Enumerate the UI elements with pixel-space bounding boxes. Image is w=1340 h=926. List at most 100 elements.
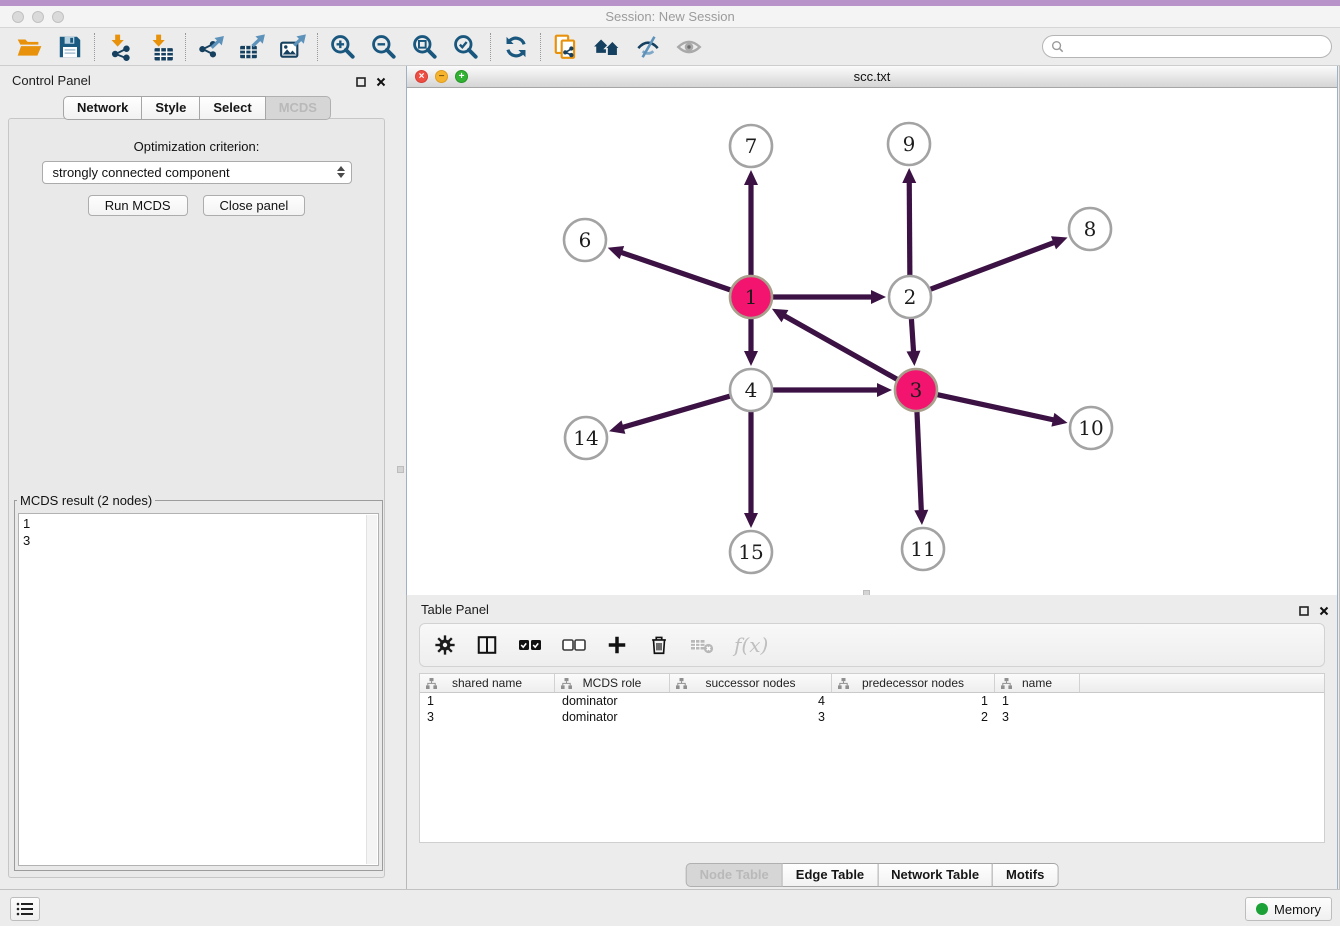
zoom-in-icon bbox=[329, 33, 357, 61]
column-header-label: shared name bbox=[452, 676, 522, 690]
tab-network[interactable]: Network bbox=[63, 96, 142, 120]
graph-node-label-7: 7 bbox=[745, 134, 758, 158]
tab-network-table[interactable]: Network Table bbox=[878, 863, 993, 887]
float-panel-icon[interactable] bbox=[1299, 603, 1309, 621]
network-canvas[interactable]: 1234678910111415 bbox=[407, 88, 1337, 595]
close-panel-icon[interactable] bbox=[1319, 603, 1329, 621]
task-history-button[interactable] bbox=[10, 897, 40, 921]
dropdown-stepper-icon bbox=[337, 166, 345, 178]
export-table-icon bbox=[238, 33, 266, 61]
graph-node-label-6: 6 bbox=[579, 228, 592, 252]
control-panel: Control Panel NetworkStyleSelectMCDS Opt… bbox=[0, 66, 394, 889]
cell-predecessor-nodes: 1 bbox=[832, 694, 995, 708]
graph-edge-3-1[interactable] bbox=[782, 315, 896, 380]
graph-edge-arrow-2-3 bbox=[907, 351, 921, 366]
hierarchy-icon bbox=[1001, 678, 1012, 692]
select-all-icon[interactable] bbox=[518, 636, 542, 654]
settings-gear-icon[interactable] bbox=[434, 634, 456, 656]
zoom-fit-icon bbox=[411, 33, 439, 61]
application-window: Session: New Session bbox=[0, 0, 1340, 926]
table-panel: Table Panel bbox=[406, 595, 1338, 889]
tab-node-table[interactable]: Node Table bbox=[686, 863, 783, 887]
tab-edge-table[interactable]: Edge Table bbox=[783, 863, 878, 887]
mcds-result-legend: MCDS result (2 nodes) bbox=[17, 493, 155, 508]
splitter-grip[interactable] bbox=[397, 466, 404, 473]
function-builder-icon: f(x) bbox=[734, 633, 768, 657]
result-scrollbar[interactable] bbox=[366, 515, 377, 864]
float-panel-icon[interactable] bbox=[356, 74, 366, 92]
graph-edge-arrow-3-10 bbox=[1051, 413, 1067, 427]
search-icon bbox=[1051, 40, 1064, 53]
graph-node-label-15: 15 bbox=[738, 540, 763, 564]
hierarchy-icon bbox=[838, 678, 849, 692]
export-image-button[interactable] bbox=[272, 30, 313, 64]
status-bar: Memory bbox=[0, 889, 1340, 926]
graph-edge-3-11[interactable] bbox=[917, 412, 921, 513]
zoom-fit-button[interactable] bbox=[404, 30, 445, 64]
deselect-all-icon[interactable] bbox=[562, 636, 586, 654]
export-network-button[interactable] bbox=[190, 30, 231, 64]
tab-motifs[interactable]: Motifs bbox=[993, 863, 1058, 887]
mcds-result-textarea[interactable]: 1 3 bbox=[18, 513, 379, 866]
zoom-out-button[interactable] bbox=[363, 30, 404, 64]
style-eye-slash-icon bbox=[634, 33, 662, 61]
search-box[interactable] bbox=[1042, 35, 1332, 58]
graph-edge-arrow-4-14 bbox=[609, 420, 625, 433]
column-selector-icon[interactable] bbox=[476, 634, 498, 656]
graph-edge-4-14[interactable] bbox=[621, 396, 730, 428]
column-header-MCDS-role[interactable]: MCDS role bbox=[555, 674, 670, 692]
main-toolbar bbox=[0, 28, 1340, 66]
import-table-button[interactable] bbox=[140, 30, 181, 64]
control-panel-tabs: NetworkStyleSelectMCDS bbox=[63, 96, 331, 120]
column-header-label: name bbox=[1022, 676, 1052, 690]
toolbar-separator bbox=[490, 33, 491, 61]
graph-edge-3-10[interactable] bbox=[937, 395, 1055, 421]
table-row[interactable]: 1dominator411 bbox=[420, 693, 1324, 709]
cell-shared-name: 3 bbox=[420, 710, 555, 724]
duplicate-network-button[interactable] bbox=[545, 30, 586, 64]
column-header-predecessor-nodes[interactable]: predecessor nodes bbox=[832, 674, 995, 692]
home-button[interactable] bbox=[586, 30, 627, 64]
graph-edge-arrow-4-3 bbox=[877, 383, 892, 397]
open-folder-icon bbox=[15, 33, 43, 61]
delete-column-icon[interactable] bbox=[648, 634, 670, 656]
hide-graphics-button bbox=[668, 30, 709, 64]
cell-predecessor-nodes: 2 bbox=[832, 710, 995, 724]
graph-edge-2-9[interactable] bbox=[909, 180, 910, 275]
tab-mcds[interactable]: MCDS bbox=[266, 96, 331, 120]
zoom-selected-button[interactable] bbox=[445, 30, 486, 64]
hierarchy-icon bbox=[561, 678, 572, 692]
style-preview-button[interactable] bbox=[627, 30, 668, 64]
import-network-button[interactable] bbox=[99, 30, 140, 64]
add-column-icon[interactable] bbox=[606, 634, 628, 656]
open-file-button[interactable] bbox=[8, 30, 49, 64]
export-image-icon bbox=[279, 33, 307, 61]
close-panel-button[interactable]: Close panel bbox=[203, 195, 306, 216]
criterion-dropdown[interactable]: strongly connected component bbox=[42, 161, 352, 184]
graph-edge-1-6[interactable] bbox=[619, 252, 730, 290]
save-session-button[interactable] bbox=[49, 30, 90, 64]
column-header-shared-name[interactable]: shared name bbox=[420, 674, 555, 692]
memory-button[interactable]: Memory bbox=[1245, 897, 1332, 921]
column-header-name[interactable]: name bbox=[995, 674, 1080, 692]
zoom-selected-icon bbox=[452, 33, 480, 61]
graph-edge-2-8[interactable] bbox=[931, 242, 1057, 290]
graph-node-label-2: 2 bbox=[904, 285, 917, 309]
delete-table-icon bbox=[690, 634, 714, 656]
tab-select[interactable]: Select bbox=[200, 96, 265, 120]
tab-style[interactable]: Style bbox=[142, 96, 200, 120]
run-mcds-button[interactable]: Run MCDS bbox=[88, 195, 188, 216]
zoom-in-button[interactable] bbox=[322, 30, 363, 64]
graph-edge-2-3[interactable] bbox=[911, 319, 913, 354]
apply-layout-button[interactable] bbox=[495, 30, 536, 64]
table-row[interactable]: 3dominator323 bbox=[420, 709, 1324, 725]
memory-label: Memory bbox=[1274, 902, 1321, 917]
close-panel-icon[interactable] bbox=[376, 74, 386, 92]
export-table-button[interactable] bbox=[231, 30, 272, 64]
column-header-successor-nodes[interactable]: successor nodes bbox=[670, 674, 832, 692]
cell-successor-nodes: 4 bbox=[670, 694, 832, 708]
search-input[interactable] bbox=[1069, 39, 1323, 54]
hierarchy-icon bbox=[676, 678, 687, 692]
graph-node-label-4: 4 bbox=[745, 378, 758, 402]
network-window-titlebar[interactable]: × − + scc.txt bbox=[407, 66, 1337, 88]
